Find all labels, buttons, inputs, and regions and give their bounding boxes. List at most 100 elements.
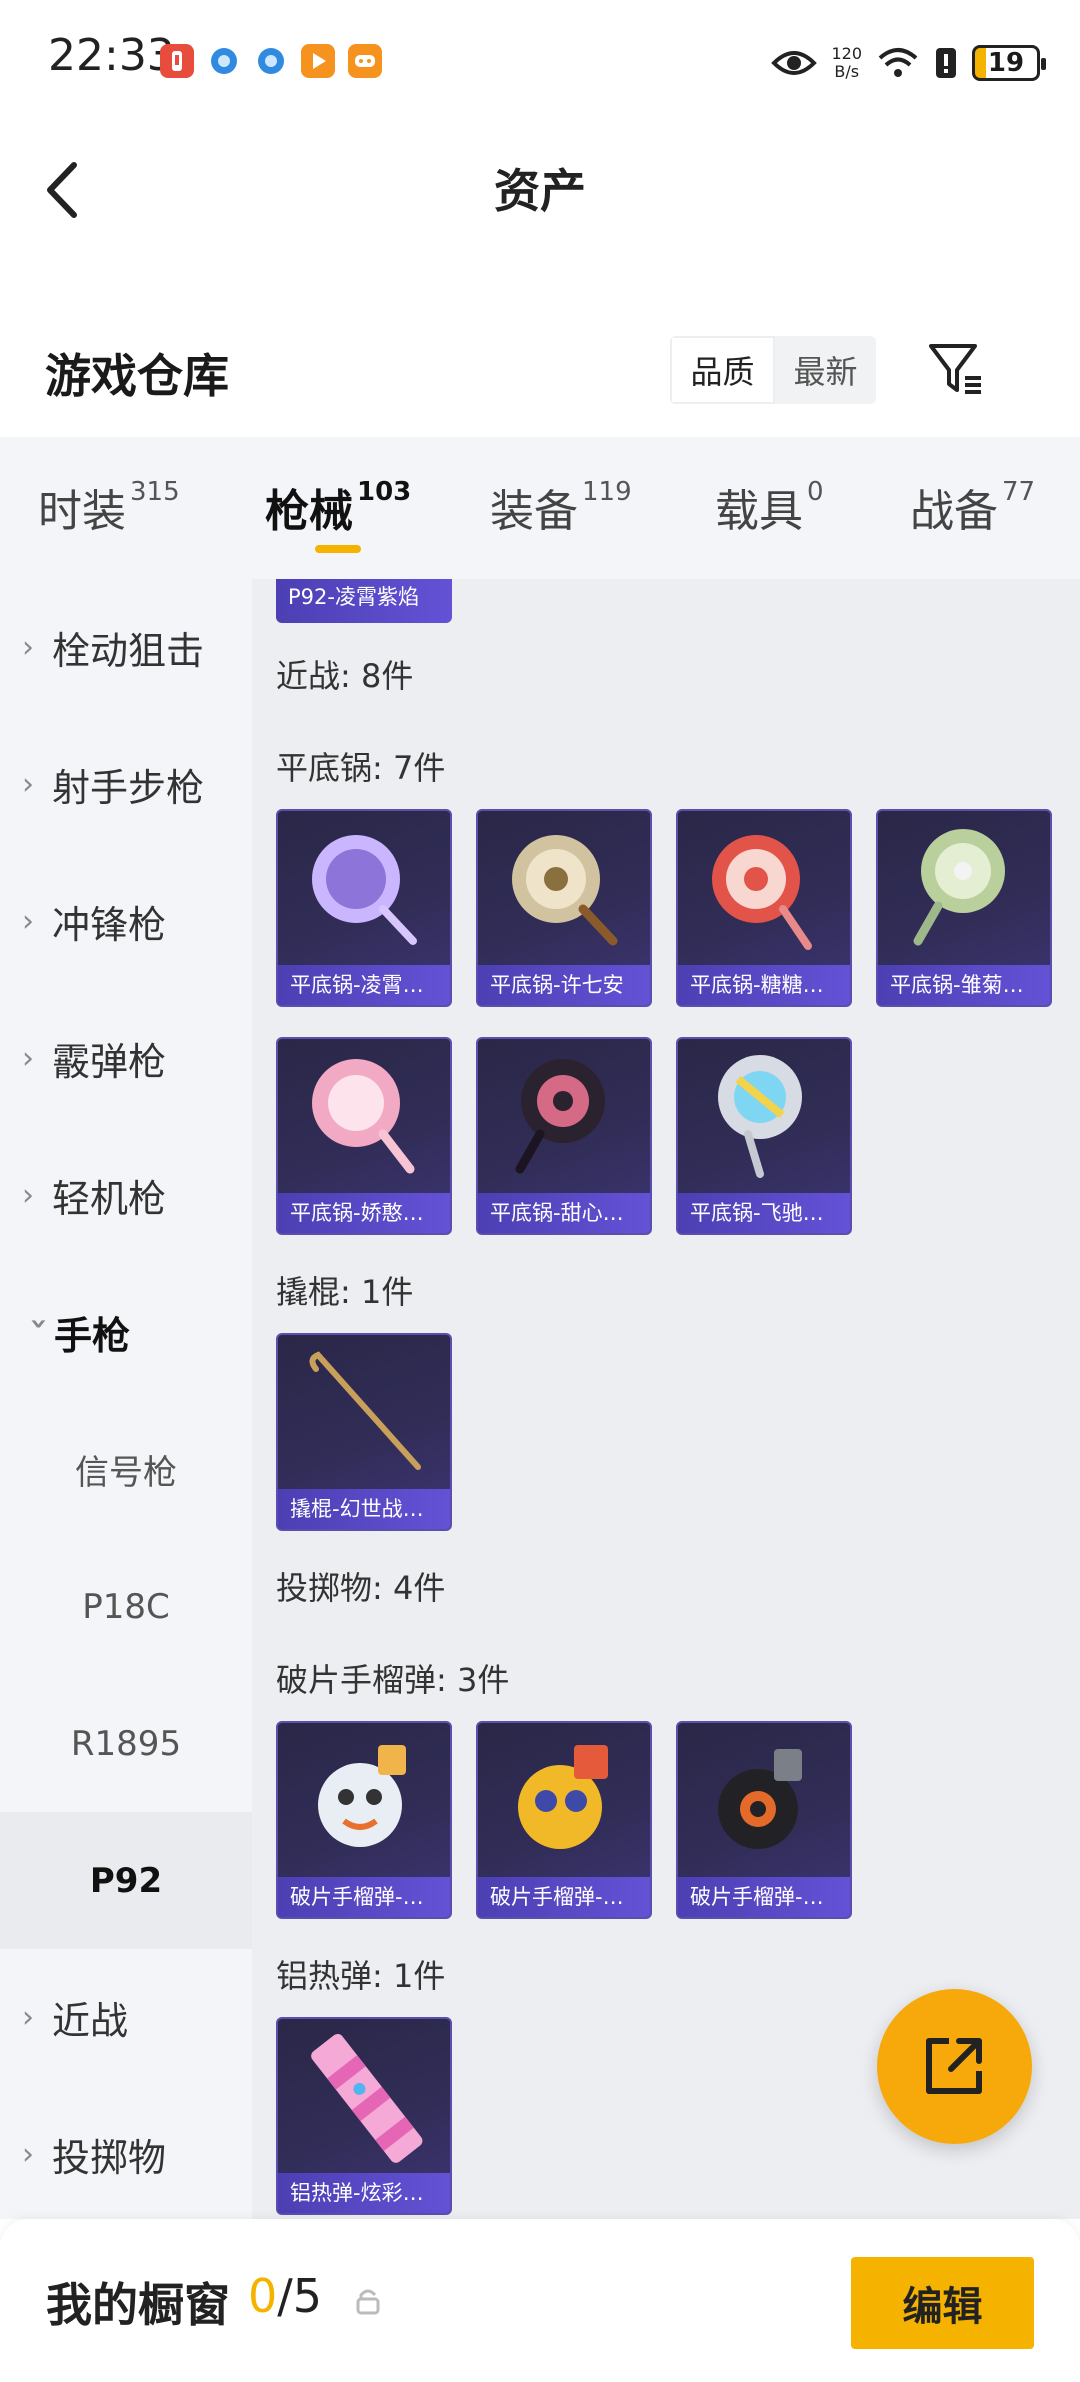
thermite-item-icon	[311, 2033, 423, 2163]
battery-icon: 19	[972, 45, 1046, 81]
sidebar-subitem-flare-gun[interactable]: 信号枪	[0, 1401, 252, 1538]
item-card-frag-grenade[interactable]: 破片手榴弹-…	[276, 1721, 452, 1919]
showcase-count-current: 0	[248, 2269, 278, 2323]
showcase-count-total: /5	[277, 2269, 323, 2323]
edit-button[interactable]: 编辑	[851, 2257, 1034, 2349]
item-card-pan[interactable]: 平底锅-糖糖…	[676, 809, 852, 1007]
item-card-caption: 平底锅-甜心…	[478, 1193, 650, 1233]
chevron-right-icon: ›	[22, 1041, 34, 1076]
item-card-thermite[interactable]: 铝热弹-炫彩…	[276, 2017, 452, 2215]
tab-label: 枪械	[265, 486, 353, 537]
sidebar-subitem-p18c[interactable]: P18C	[0, 1538, 252, 1675]
item-card-frag-grenade[interactable]: 破片手榴弹-…	[676, 1721, 852, 1919]
share-fab-button[interactable]	[877, 1989, 1032, 2144]
tab-label: 时装	[38, 486, 126, 537]
sort-quality-button[interactable]: 品质	[670, 336, 775, 404]
warehouse-title: 游戏仓库	[45, 349, 229, 403]
filter-icon	[929, 344, 981, 394]
item-card-pan[interactable]: 平底锅-雏菊…	[876, 809, 1052, 1007]
sidebar-item-lmg[interactable]: › 轻机枪	[0, 1127, 252, 1264]
sidebar-item-throwables[interactable]: › 投掷物	[0, 2086, 252, 2223]
tab-count: 0	[807, 477, 824, 507]
tab-equipment[interactable]: 装备 119	[490, 475, 632, 539]
sort-newest-button[interactable]: 最新	[775, 336, 876, 404]
sidebar-item-label: 栓动狙击	[52, 629, 205, 673]
sidebar-subitem-p92[interactable]: P92	[0, 1812, 252, 1949]
item-card-caption: 破片手榴弹-…	[478, 1877, 650, 1917]
back-button[interactable]	[40, 155, 90, 225]
game-orange-icon	[348, 44, 382, 78]
item-card-crowbar[interactable]: 撬棍-幻世战…	[276, 1333, 452, 1531]
browser-blue-icon	[207, 44, 241, 78]
sidebar-item-marksman-rifle[interactable]: › 射手步枪	[0, 716, 252, 853]
item-card-pan[interactable]: 平底锅-飞驰…	[676, 1037, 852, 1235]
item-card-p92[interactable]: P92-凌霄紫焰	[276, 579, 452, 623]
sidebar-item-shotgun[interactable]: › 霰弹枪	[0, 990, 252, 1127]
section-header-crowbar: 撬棍: 1件	[276, 1273, 414, 1311]
status-bar: 22:33 120 B/s 19	[0, 0, 1080, 125]
item-card-caption: 平底锅-娇憨…	[278, 1193, 450, 1233]
net-speed-unit: B/s	[834, 62, 860, 81]
filter-button[interactable]	[925, 338, 987, 400]
item-grid: P92-凌霄紫焰 近战: 8件 平底锅: 7件 平底锅-凌霄… 平底锅-许七安 …	[252, 579, 1080, 2219]
item-card-pan[interactable]: 平底锅-凌霄…	[276, 809, 452, 1007]
section-header-pan: 平底锅: 7件	[276, 749, 446, 787]
sidebar-item-melee[interactable]: › 近战	[0, 1949, 252, 2086]
item-card-frag-grenade[interactable]: 破片手榴弹-…	[476, 1721, 652, 1919]
tab-count: 103	[357, 477, 412, 507]
browser-blue-icon	[254, 44, 288, 78]
grenade-item-icon	[718, 1749, 802, 1849]
sidebar-item-label: 霰弹枪	[52, 1040, 167, 1084]
sidebar-item-label: 轻机枪	[52, 1177, 167, 1221]
wifi-icon	[878, 48, 918, 77]
app-notification-red-icon	[160, 44, 194, 78]
eye-icon	[771, 51, 818, 75]
sidebar: › 栓动狙击 › 射手步枪 › 冲锋枪 › 霰弹枪 › 轻机枪 › 手枪 信号枪 P18C …	[0, 579, 252, 2219]
pan-item-icon	[512, 835, 618, 946]
tab-supplies[interactable]: 战备 77	[910, 475, 1035, 539]
tab-fashion[interactable]: 时装 315	[38, 475, 180, 539]
tab-vehicles[interactable]: 载具 0	[715, 475, 824, 539]
section-header-thermite: 铝热弹: 1件	[276, 1957, 446, 1995]
item-card-caption: 平底锅-飞驰…	[678, 1193, 850, 1233]
sidebar-item-bolt-sniper[interactable]: › 栓动狙击	[0, 579, 252, 716]
chevron-right-icon: ›	[22, 630, 34, 665]
item-card-pan[interactable]: 平底锅-娇憨…	[276, 1037, 452, 1235]
item-card-caption: 平底锅-许七安	[478, 965, 650, 1005]
sidebar-item-pistol[interactable]: › 手枪	[0, 1264, 252, 1401]
item-card-pan[interactable]: 平底锅-甜心…	[476, 1037, 652, 1235]
chevron-right-icon: ›	[22, 2000, 34, 2035]
sidebar-subitem-r1895[interactable]: R1895	[0, 1675, 252, 1812]
tab-count: 119	[582, 477, 632, 507]
sidebar-item-smg[interactable]: › 冲锋枪	[0, 853, 252, 990]
alert-icon	[936, 48, 956, 78]
section-header-frag-grenade: 破片手榴弹: 3件	[276, 1661, 510, 1699]
lock-icon	[356, 2289, 380, 2315]
tab-label: 战备	[910, 486, 998, 537]
category-tabs: 时装 315 枪械 103 装备 119 载具 0 战备 77	[0, 437, 1080, 579]
tab-firearms[interactable]: 枪械 103	[265, 475, 411, 539]
sidebar-item-label: 手枪	[54, 1314, 131, 1358]
showcase-count: 0/5	[248, 2269, 322, 2323]
item-card-pan[interactable]: 平底锅-许七安	[476, 809, 652, 1007]
chevron-down-icon: ›	[21, 1317, 57, 1330]
net-speed: 120 B/s	[831, 45, 862, 81]
item-card-caption: 平底锅-糖糖…	[678, 965, 850, 1005]
pan-item-icon	[718, 1055, 802, 1178]
tab-label: 装备	[490, 486, 578, 537]
sidebar-item-label: 投掷物	[52, 2136, 167, 2180]
pan-item-icon	[312, 835, 417, 945]
grenade-item-icon	[518, 1745, 608, 1849]
external-link-icon	[926, 2038, 982, 2094]
section-header-melee: 近战: 8件	[276, 657, 414, 695]
tab-label: 载具	[715, 486, 803, 537]
tab-active-indicator	[315, 545, 361, 553]
showcase-label: 我的橱窗	[46, 2278, 230, 2332]
item-card-caption: 破片手榴弹-…	[278, 1877, 450, 1917]
item-card-caption: 撬棍-幻世战…	[278, 1489, 450, 1529]
grenade-item-icon	[318, 1745, 406, 1847]
sidebar-item-label: 近战	[52, 1999, 129, 2043]
chevron-right-icon: ›	[22, 904, 34, 939]
sort-toggle: 品质 最新	[670, 336, 876, 404]
chevron-right-icon: ›	[22, 1178, 34, 1213]
